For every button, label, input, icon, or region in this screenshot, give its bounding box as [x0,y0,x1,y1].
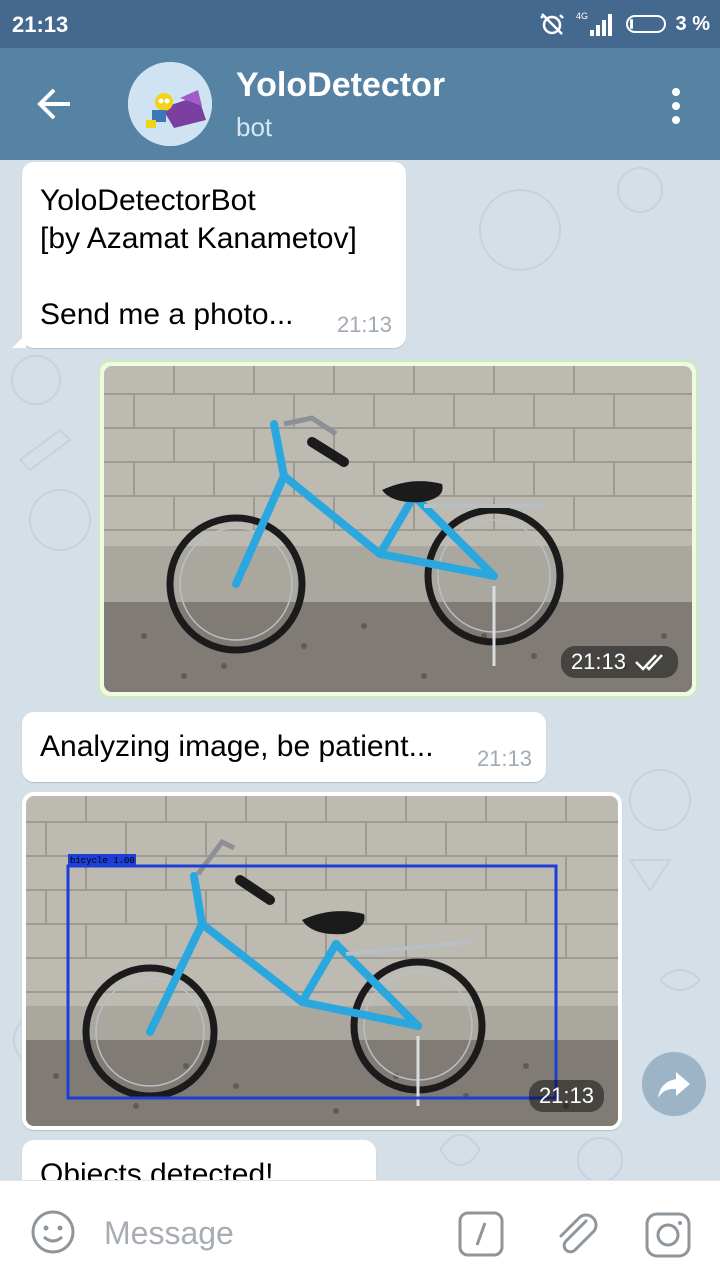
chat-subtitle: bot [236,112,273,142]
message-text: YoloDetectorBot [by Azamat Kanametov] Se… [40,184,357,331]
detection-label: bicycle 1.00 [70,856,135,866]
forward-button[interactable] [642,1052,706,1116]
incoming-message[interactable]: Objects detected! [22,1140,376,1180]
attach-icon[interactable] [552,1209,602,1259]
emoji-icon[interactable] [30,1209,76,1255]
message-text: Objects detected! [40,1158,274,1180]
incoming-photo-message[interactable]: bicycle 1.00 21:13 [22,792,622,1130]
network-type: 4G [576,11,588,21]
status-icons: 4G 3 % [538,10,710,38]
camera-icon[interactable] [644,1211,692,1259]
bicycle-image [104,366,692,692]
battery-percent: 3 % [675,12,710,35]
chat-title: YoloDetector [236,66,446,104]
back-arrow-icon[interactable] [26,78,86,130]
message-time: 21:13 [476,746,532,771]
photo-time-text: 21:13 [570,649,626,674]
message-input[interactable]: Message [104,1215,234,1252]
message-time: 21:13 [336,312,392,337]
detection-photo[interactable]: bicycle 1.00 21:13 [26,796,618,1126]
photo-time: 21:13 [560,646,678,678]
double-check-icon [635,654,663,671]
message-text: Analyzing image, be patient... [40,730,434,763]
incoming-message[interactable]: YoloDetectorBot [by Azamat Kanametov] Se… [12,162,406,348]
chat-header: YoloDetector bot [0,48,720,160]
photo-time: 21:13 [528,1080,604,1112]
status-bar: 21:13 4G 3 % [0,0,720,48]
alarm-off-icon [539,13,564,35]
detection-image: bicycle 1.00 [26,796,618,1126]
slash-command-icon[interactable] [458,1211,504,1257]
outgoing-photo-message[interactable]: 21:13 [98,360,698,698]
status-time: 21:13 [12,12,69,37]
chat-area[interactable]: YoloDetectorBot [by Azamat Kanametov] Se… [0,160,720,1180]
bicycle-photo[interactable]: 21:13 [104,366,692,692]
forward-icon [658,1072,690,1098]
more-vert-icon[interactable] [666,86,686,126]
battery-icon [625,15,666,33]
bubble-tail [12,334,26,348]
message-input-bar: Message [0,1180,720,1280]
signal-icon: 4G [576,11,612,36]
photo-time-text: 21:13 [538,1083,594,1108]
bot-avatar[interactable] [128,62,212,146]
incoming-message[interactable]: Analyzing image, be patient... 21:13 [22,712,546,782]
avatar-image [128,62,212,146]
